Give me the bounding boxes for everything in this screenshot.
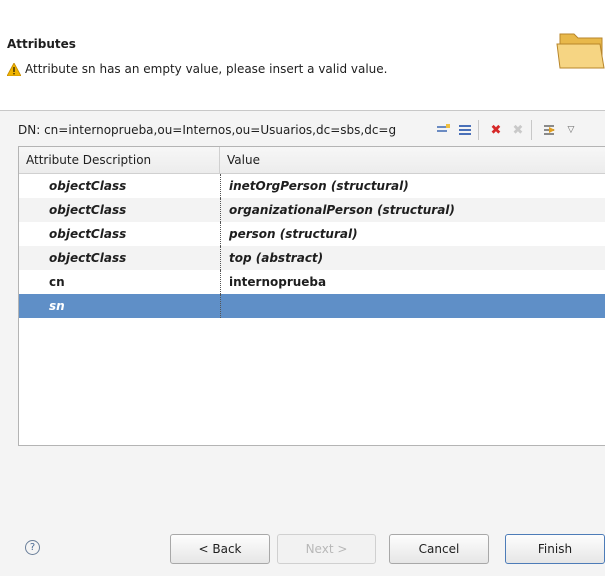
- delete-icon[interactable]: ✖: [487, 121, 505, 139]
- attribute-cell: cn: [49, 275, 65, 289]
- table-row-selected[interactable]: sn: [19, 294, 605, 318]
- wizard-header: Attributes Attribute sn has an empty val…: [0, 0, 605, 111]
- warning-message: Attribute sn has an empty value, please …: [7, 62, 387, 76]
- value-cell[interactable]: top (abstract): [220, 246, 605, 270]
- value-cell[interactable]: organizationalPerson (structural): [220, 198, 605, 222]
- cancel-button[interactable]: Cancel: [389, 534, 489, 564]
- column-header-value[interactable]: Value: [220, 147, 605, 173]
- filter-icon[interactable]: [540, 121, 558, 139]
- page-title: Attributes: [7, 37, 76, 51]
- attribute-cell: objectClass: [49, 251, 127, 265]
- warning-text: Attribute sn has an empty value, please …: [25, 62, 388, 76]
- toolbar-separator: [531, 120, 532, 140]
- help-icon[interactable]: ?: [25, 540, 40, 555]
- finish-button[interactable]: Finish: [505, 534, 605, 564]
- table-header: Attribute Description Value: [19, 147, 605, 174]
- attribute-cell: objectClass: [49, 203, 127, 217]
- view-menu-chevron-icon[interactable]: ▽: [562, 121, 580, 139]
- column-header-attribute[interactable]: Attribute Description: [19, 147, 220, 173]
- new-attribute-icon[interactable]: [456, 121, 474, 139]
- warning-icon: [7, 62, 21, 76]
- new-value-icon[interactable]: [434, 121, 452, 139]
- table-row[interactable]: objectClass organizationalPerson (struct…: [19, 198, 605, 222]
- next-button[interactable]: Next >: [277, 534, 376, 564]
- table-row[interactable]: objectClass top (abstract): [19, 246, 605, 270]
- value-cell[interactable]: internoprueba: [220, 270, 605, 294]
- dn-toolbar: DN: cn=internoprueba,ou=Internos,ou=Usua…: [18, 114, 605, 146]
- attribute-cell: objectClass: [49, 179, 127, 193]
- attributes-table: Attribute Description Value objectClass …: [18, 146, 605, 446]
- delete-all-icon[interactable]: ✖: [509, 121, 527, 139]
- table-row[interactable]: objectClass inetOrgPerson (structural): [19, 174, 605, 198]
- value-cell[interactable]: inetOrgPerson (structural): [220, 174, 605, 198]
- table-row[interactable]: objectClass person (structural): [19, 222, 605, 246]
- folder-icon: [556, 33, 605, 69]
- toolbar-separator: [478, 120, 479, 140]
- value-cell-empty[interactable]: [220, 294, 605, 318]
- back-button[interactable]: < Back: [170, 534, 270, 564]
- dn-label: DN: cn=internoprueba,ou=Internos,ou=Usua…: [18, 123, 397, 137]
- table-row[interactable]: cn internoprueba: [19, 270, 605, 294]
- attribute-cell: objectClass: [49, 227, 127, 241]
- value-cell[interactable]: person (structural): [220, 222, 605, 246]
- attribute-cell: sn: [49, 299, 65, 313]
